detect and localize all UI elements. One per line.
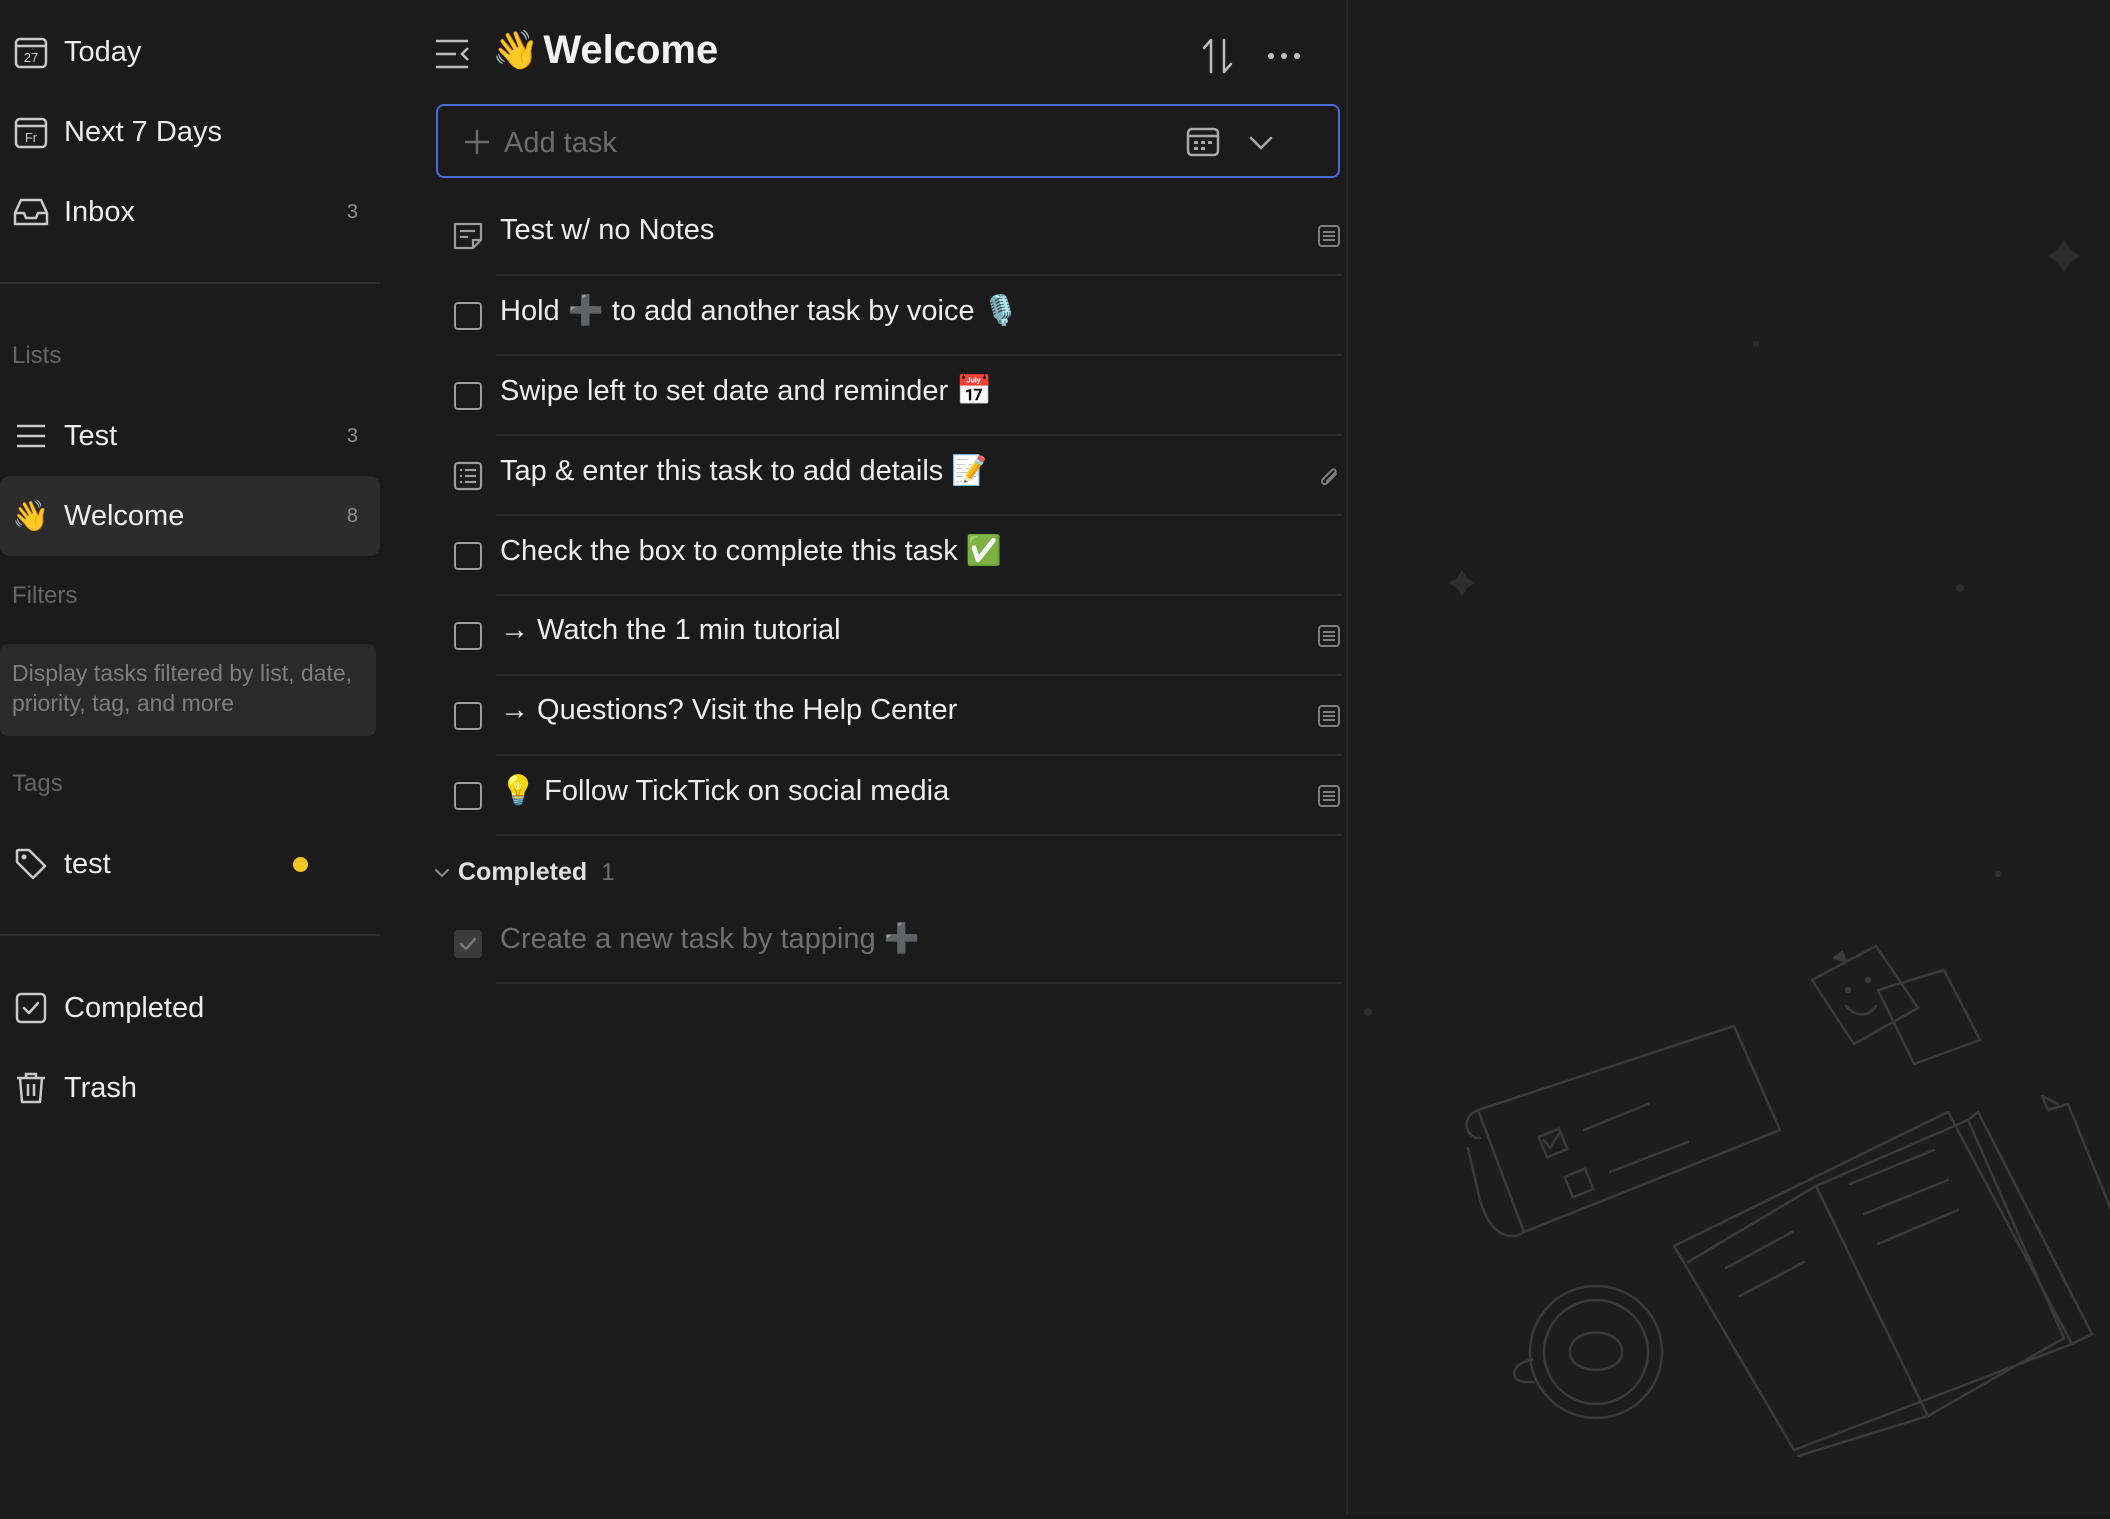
completed-section-label: Completed: [458, 858, 588, 886]
sidebar-item-label: Completed: [64, 991, 205, 1024]
sidebar-item-label: Today: [64, 35, 142, 68]
task-row[interactable]: Hold ➕ to add another task by voice 🎙️: [452, 276, 1342, 356]
sidebar-item-next-7-days[interactable]: Fr Next 7 Days: [0, 92, 380, 172]
page-title-text: Welcome: [543, 28, 719, 72]
task-title[interactable]: Create a new task by tapping ➕: [500, 922, 920, 956]
calendar-today-icon: 27: [12, 33, 50, 71]
sidebar-item-label: Test: [64, 419, 118, 452]
sort-icon: [1202, 38, 1233, 74]
sidebar-divider: [0, 282, 380, 284]
sidebar-item-tag-test[interactable]: test: [0, 824, 380, 904]
inbox-count: 3: [346, 200, 358, 223]
task-checkbox[interactable]: [454, 382, 482, 410]
sidebar-item-welcome-list[interactable]: 👋 Welcome 8: [0, 476, 380, 556]
sidebar-item-label: Inbox: [64, 195, 135, 228]
waving-hand-icon: 👋: [492, 29, 540, 72]
trash-icon: [12, 1069, 50, 1107]
task-checkbox-checked[interactable]: [454, 930, 482, 958]
task-title[interactable]: Hold ➕ to add another task by voice 🎙️: [500, 294, 1019, 328]
checklist-task-icon[interactable]: [452, 460, 484, 492]
task-title[interactable]: → Watch the 1 min tutorial: [500, 614, 841, 647]
waving-hand-icon: 👋: [12, 499, 50, 533]
tag-icon: [12, 845, 50, 883]
menu-collapse-icon: [436, 39, 469, 69]
week-day-text: Fr: [25, 130, 38, 145]
task-title[interactable]: Tap & enter this task to add details 📝: [500, 454, 987, 488]
sidebar-item-trash[interactable]: Trash: [0, 1048, 380, 1128]
add-task-bar[interactable]: [436, 104, 1340, 178]
task-detail-pane: [1346, 0, 2110, 1514]
task-row[interactable]: Swipe left to set date and reminder 📅: [452, 356, 1342, 436]
task-title[interactable]: Check the box to complete this task ✅: [500, 534, 1002, 568]
empty-state-illustration: [1364, 240, 2110, 1458]
sidebar-item-today[interactable]: 27 Today: [0, 12, 380, 92]
task-title[interactable]: Test w/ no Notes: [500, 214, 714, 247]
tag-color-dot: [293, 856, 308, 872]
sidebar-divider: [0, 934, 380, 936]
plus-icon: [465, 130, 489, 154]
row-separator: [496, 834, 1342, 836]
collapse-sidebar-button[interactable]: [434, 36, 470, 72]
completed-task-row[interactable]: Create a new task by tapping ➕: [452, 904, 1342, 984]
task-row[interactable]: 💡 Follow TickTick on social media: [452, 756, 1342, 836]
more-horizontal-icon: [1268, 53, 1300, 59]
list-count: 8: [346, 504, 358, 527]
sidebar-item-label: Next 7 Days: [64, 115, 222, 148]
task-title[interactable]: → Questions? Visit the Help Center: [500, 694, 957, 727]
sidebar-item-label: Welcome: [64, 499, 185, 532]
sidebar-item-label: Trash: [64, 1071, 138, 1104]
task-checkbox[interactable]: [454, 622, 482, 650]
note-task-icon[interactable]: [452, 220, 484, 252]
task-checkbox[interactable]: [454, 782, 482, 810]
task-row[interactable]: → Watch the 1 min tutorial: [452, 596, 1342, 676]
description-icon: [1318, 625, 1340, 647]
completed-section-toggle[interactable]: Completed 1: [434, 858, 615, 887]
add-task-input[interactable]: [502, 120, 1186, 166]
task-checkbox[interactable]: [454, 702, 482, 730]
date-picker-button[interactable]: [1186, 126, 1220, 158]
description-icon: [1318, 785, 1340, 807]
description-icon: [1318, 225, 1340, 247]
task-checkbox[interactable]: [454, 302, 482, 330]
sidebar-item-label: test: [64, 847, 111, 880]
sidebar-item-completed[interactable]: Completed: [0, 968, 380, 1048]
more-options-button[interactable]: [1266, 44, 1302, 68]
tags-header: Tags: [12, 770, 63, 797]
filters-hint[interactable]: Display tasks filtered by list, date, pr…: [0, 644, 376, 736]
task-row[interactable]: Check the box to complete this task ✅: [452, 516, 1342, 596]
sidebar-item-inbox[interactable]: Inbox 3: [0, 172, 380, 252]
check-icon: [459, 937, 477, 951]
inbox-icon: [12, 193, 50, 231]
checkbox-checked-icon: [12, 989, 50, 1027]
sort-button[interactable]: [1200, 36, 1236, 76]
task-row[interactable]: Tap & enter this task to add details 📝: [452, 436, 1342, 516]
task-row[interactable]: Test w/ no Notes: [452, 196, 1342, 276]
page-title: 👋 Welcome: [492, 28, 718, 73]
task-list-pane: 👋 Welcome Add task Test w/ no Notes Hold…: [394, 0, 1346, 1514]
task-checkbox[interactable]: [454, 542, 482, 570]
calendar-week-icon: Fr: [12, 113, 50, 151]
today-date-text: 27: [24, 50, 38, 65]
filters-header: Filters: [12, 582, 78, 609]
list-icon: [12, 417, 50, 455]
lists-header: Lists: [12, 342, 62, 369]
task-row[interactable]: → Questions? Visit the Help Center: [452, 676, 1342, 756]
chevron-down-icon[interactable]: [1248, 130, 1274, 156]
chevron-down-icon: [435, 868, 449, 877]
attachment-icon: [1320, 468, 1337, 486]
task-title[interactable]: Swipe left to set date and reminder 📅: [500, 374, 992, 408]
description-icon: [1318, 705, 1340, 727]
completed-section-count: 1: [601, 858, 615, 886]
sidebar-item-test-list[interactable]: Test 3: [0, 396, 380, 476]
row-separator: [496, 982, 1342, 984]
task-title[interactable]: 💡 Follow TickTick on social media: [500, 774, 949, 808]
list-count: 3: [346, 424, 358, 447]
sidebar: 27 Today Fr Next 7 Days Inbox 3 Lists Te…: [0, 0, 395, 1514]
